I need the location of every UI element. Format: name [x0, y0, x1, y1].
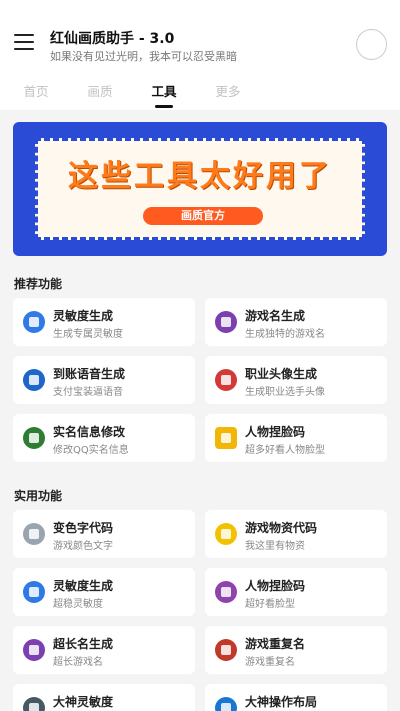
card-pro-avatar[interactable]: 职业头像生成 生成职业选手头像: [205, 356, 387, 404]
tab-home[interactable]: 首页: [16, 81, 56, 100]
card-title: 变色字代码: [53, 521, 114, 535]
card-game-supply-code[interactable]: 游戏物资代码 我这里有物资: [205, 510, 387, 558]
banner-title: 这些工具太好用了: [68, 159, 332, 194]
app-subtitle: 如果没有见过光明，我本可以忍受黑暗: [50, 50, 237, 63]
card-title: 人物捏脸码: [245, 579, 306, 593]
gameboy-icon: [23, 639, 45, 661]
card-duplicate-name[interactable]: 游戏重复名 游戏重复名: [205, 626, 387, 674]
gamepad-icon: [215, 369, 237, 391]
app-header: 红仙画质助手 - 3.0 如果没有见过光明，我本可以忍受黑暗 首页 画质 工具 …: [0, 0, 400, 110]
card-color-text-code[interactable]: 变色字代码 游戏颜色文字: [13, 510, 195, 558]
card-title: 人物捏脸码: [245, 425, 306, 439]
card-title: 职业头像生成: [245, 367, 318, 381]
card-subtitle: 超多好看人物脸型: [245, 445, 325, 456]
card-subtitle: 生成独特的游戏名: [245, 329, 325, 340]
blue-device-icon: [23, 581, 45, 603]
banner-badge: 画质官方: [143, 207, 263, 225]
face-card-icon: [215, 427, 237, 449]
card-title: 游戏物资代码: [245, 521, 318, 535]
card-title: 灵敏度生成: [53, 579, 114, 593]
card-title: 游戏名生成: [245, 309, 306, 323]
menu-icon[interactable]: [14, 34, 34, 52]
card-subtitle: 生成专属灵敏度: [53, 329, 123, 340]
shield-icon: [23, 427, 45, 449]
card-title: 大神灵敏度: [53, 695, 114, 709]
section-title-recommended: 推荐功能: [14, 277, 63, 291]
blue-device-icon: [23, 311, 45, 333]
banner-frame: 这些工具太好用了 画质官方: [35, 138, 365, 240]
rocket-icon: [23, 523, 45, 545]
card-subtitle: 超好看脸型: [245, 599, 295, 610]
card-subtitle: 修改QQ实名信息: [53, 445, 129, 456]
card-title: 大神操作布局: [245, 695, 318, 709]
payment-voice-icon: [23, 369, 45, 391]
card-subtitle: 我这里有物资: [245, 541, 305, 552]
card-title: 游戏重复名: [245, 637, 306, 651]
card-face-code[interactable]: 人物捏脸码 超多好看人物脸型: [205, 414, 387, 462]
promo-banner[interactable]: 这些工具太好用了 画质官方: [13, 122, 387, 256]
tab-tools[interactable]: 工具: [144, 81, 184, 100]
card-subtitle: 游戏颜色文字: [53, 541, 113, 552]
section-title-utility: 实用功能: [14, 489, 63, 503]
avatar[interactable]: [356, 29, 387, 60]
card-title: 超长名生成: [53, 637, 114, 651]
capsule-icon: [215, 581, 237, 603]
card-title: 灵敏度生成: [53, 309, 114, 323]
card-sensitivity-generator[interactable]: 灵敏度生成 生成专属灵敏度: [13, 298, 195, 346]
spider-icon: [215, 523, 237, 545]
card-realname-edit[interactable]: 实名信息修改 修改QQ实名信息: [13, 414, 195, 462]
card-subtitle: 生成职业选手头像: [245, 387, 325, 398]
card-subtitle: 超稳灵敏度: [53, 599, 103, 610]
card-pro-sensitivity[interactable]: 大神灵敏度: [13, 684, 195, 711]
tab-more[interactable]: 更多: [208, 81, 248, 100]
card-long-name[interactable]: 超长名生成 超长游戏名: [13, 626, 195, 674]
laptop-icon: [23, 697, 45, 711]
card-game-name-generator[interactable]: 游戏名生成 生成独特的游戏名: [205, 298, 387, 346]
cherry-icon: [215, 639, 237, 661]
card-payment-voice[interactable]: 到账语音生成 支付宝装逼语音: [13, 356, 195, 404]
card-subtitle: 游戏重复名: [245, 657, 295, 668]
card-title: 实名信息修改: [53, 425, 126, 439]
card-subtitle: 支付宝装逼语音: [53, 387, 123, 398]
card-stable-sensitivity[interactable]: 灵敏度生成 超稳灵敏度: [13, 568, 195, 616]
active-tab-indicator: [155, 105, 173, 108]
monitor-icon: [215, 697, 237, 711]
card-subtitle: 超长游戏名: [53, 657, 103, 668]
card-title: 到账语音生成: [53, 367, 126, 381]
tab-quality[interactable]: 画质: [80, 81, 120, 100]
card-pro-layout[interactable]: 大神操作布局: [205, 684, 387, 711]
app-title: 红仙画质助手 - 3.0: [50, 31, 175, 47]
card-face-code-2[interactable]: 人物捏脸码 超好看脸型: [205, 568, 387, 616]
tab-bar: 首页 画质 工具 更多: [0, 78, 400, 110]
gameboy-icon: [215, 311, 237, 333]
